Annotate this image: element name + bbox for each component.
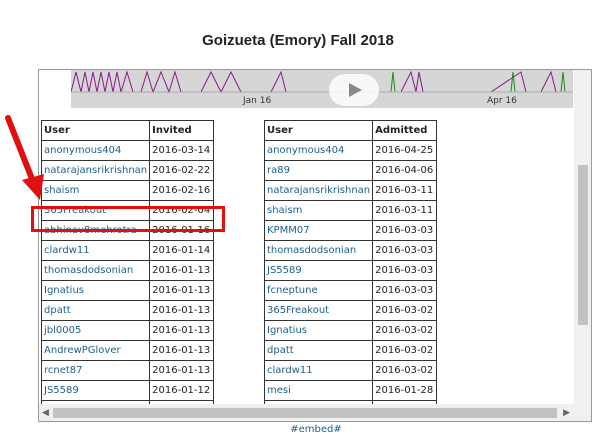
table-row: anonymous404 2016-03-14 bbox=[40, 140, 215, 161]
invited-header-row: User Invited bbox=[40, 120, 215, 141]
user-link[interactable]: Ignatius bbox=[40, 280, 151, 301]
invited-series bbox=[71, 70, 573, 94]
page-title: Goizueta (Emory) Fall 2018 bbox=[202, 32, 394, 49]
user-link[interactable]: KPMM07 bbox=[263, 220, 374, 241]
user-link[interactable]: fcneptune bbox=[263, 280, 374, 301]
date-cell: 2016-01-28 bbox=[372, 380, 438, 401]
table-row: natarajansrikrishnan 2016-02-22 bbox=[40, 160, 215, 181]
play-icon bbox=[349, 83, 362, 97]
timeline-label-apr: Apr 16 bbox=[487, 96, 517, 106]
table-row: anonymous404 2016-04-25 bbox=[263, 140, 438, 161]
table-row: shaism 2016-02-16 bbox=[40, 180, 215, 201]
user-link[interactable]: jbl0005 bbox=[40, 320, 151, 341]
date-cell: 2016-03-03 bbox=[372, 240, 438, 261]
invited-date-header: Invited bbox=[149, 120, 215, 141]
user-link[interactable]: AndrewPGlover bbox=[40, 340, 151, 361]
user-link[interactable]: clardw11 bbox=[40, 240, 151, 261]
date-cell: 2016-03-02 bbox=[372, 320, 438, 341]
table-row: clardw11 2016-01-14 bbox=[40, 240, 215, 261]
date-cell: 2016-03-02 bbox=[372, 340, 438, 361]
table-row: clardw11 2016-03-02 bbox=[263, 360, 438, 381]
table-row: ra89 2016-04-06 bbox=[263, 160, 438, 181]
user-link[interactable]: dpatt bbox=[263, 340, 374, 361]
date-cell: 2016-01-13 bbox=[149, 260, 215, 281]
date-cell: 2016-01-13 bbox=[149, 360, 215, 381]
user-link[interactable]: JS5589 bbox=[263, 260, 374, 281]
user-link[interactable]: JS5589 bbox=[40, 380, 151, 401]
date-cell: 2016-01-14 bbox=[149, 240, 215, 261]
date-cell: 2016-02-16 bbox=[149, 180, 215, 201]
date-cell: 2016-03-11 bbox=[372, 200, 438, 221]
red-arrow-icon bbox=[5, 115, 44, 200]
table-row: Ignatius 2016-01-13 bbox=[40, 280, 215, 301]
invited-table: User Invited anonymous404 2016-03-14 natar… bbox=[40, 120, 215, 421]
embed-frame: Jan 16 Apr 16 User Invited anonymous404 2… bbox=[38, 69, 592, 422]
horizontal-scroll-thumb[interactable] bbox=[53, 408, 557, 418]
user-link[interactable]: rcnet87 bbox=[40, 360, 151, 381]
user-link[interactable]: clardw11 bbox=[263, 360, 374, 381]
timeline-chart: Jan 16 Apr 16 bbox=[71, 70, 573, 108]
vertical-scrollbar[interactable] bbox=[574, 70, 591, 421]
date-cell: 2016-02-22 bbox=[149, 160, 215, 181]
embed-link[interactable]: #embed# bbox=[0, 424, 596, 435]
table-row: rcnet87 2016-01-13 bbox=[40, 360, 215, 381]
table-row: natarajansrikrishnan 2016-03-11 bbox=[263, 180, 438, 201]
date-cell: 2016-03-03 bbox=[372, 280, 438, 301]
user-link[interactable]: natarajansrikrishnan bbox=[263, 180, 374, 201]
admitted-table: User Admitted anonymous404 2016-04-25 ra89… bbox=[263, 120, 438, 421]
date-cell: 2016-03-03 bbox=[372, 220, 438, 241]
user-link[interactable]: dpatt bbox=[40, 300, 151, 321]
table-row: jbl0005 2016-01-13 bbox=[40, 320, 215, 341]
play-button[interactable] bbox=[329, 74, 379, 106]
date-cell: 2016-01-13 bbox=[149, 320, 215, 341]
horizontal-scrollbar[interactable]: ◀ ▶ bbox=[39, 404, 574, 421]
highlight-box bbox=[31, 206, 225, 232]
user-link[interactable]: Ignatius bbox=[263, 320, 374, 341]
user-link[interactable]: mesi bbox=[263, 380, 374, 401]
table-row: Ignatius 2016-03-02 bbox=[263, 320, 438, 341]
table-row: thomasdodsonian 2016-03-03 bbox=[263, 240, 438, 261]
date-cell: 2016-03-02 bbox=[372, 360, 438, 381]
vertical-scroll-thumb[interactable] bbox=[578, 165, 588, 325]
table-row: dpatt 2016-03-02 bbox=[263, 340, 438, 361]
table-row: AndrewPGlover 2016-01-13 bbox=[40, 340, 215, 361]
admitted-user-header: User bbox=[263, 120, 374, 141]
scroll-left-icon[interactable]: ◀ bbox=[42, 408, 49, 418]
date-cell: 2016-03-03 bbox=[372, 260, 438, 281]
table-row: shaism 2016-03-11 bbox=[263, 200, 438, 221]
date-cell: 2016-04-25 bbox=[372, 140, 438, 161]
user-link[interactable]: ra89 bbox=[263, 160, 374, 181]
user-link[interactable]: shaism bbox=[263, 200, 374, 221]
date-cell: 2016-03-11 bbox=[372, 180, 438, 201]
date-cell: 2016-01-13 bbox=[149, 340, 215, 361]
table-row: mesi 2016-01-28 bbox=[263, 380, 438, 401]
user-link[interactable]: 365Freakout bbox=[263, 300, 374, 321]
admitted-header-row: User Admitted bbox=[263, 120, 438, 141]
timeline-svg: Jan 16 Apr 16 bbox=[71, 70, 573, 106]
date-cell: 2016-03-02 bbox=[372, 300, 438, 321]
table-row: fcneptune 2016-03-03 bbox=[263, 280, 438, 301]
user-link[interactable]: thomasdodsonian bbox=[40, 260, 151, 281]
date-cell: 2016-01-13 bbox=[149, 300, 215, 321]
user-link[interactable]: thomasdodsonian bbox=[263, 240, 374, 261]
timeline-label-jan: Jan 16 bbox=[242, 96, 271, 106]
table-row: thomasdodsonian 2016-01-13 bbox=[40, 260, 215, 281]
date-cell: 2016-01-12 bbox=[149, 380, 215, 401]
user-link[interactable]: anonymous404 bbox=[263, 140, 374, 161]
table-row: dpatt 2016-01-13 bbox=[40, 300, 215, 321]
table-row: 365Freakout 2016-03-02 bbox=[263, 300, 438, 321]
date-cell: 2016-04-06 bbox=[372, 160, 438, 181]
table-row: KPMM07 2016-03-03 bbox=[263, 220, 438, 241]
table-row: JS5589 2016-01-12 bbox=[40, 380, 215, 401]
admitted-date-header: Admitted bbox=[372, 120, 438, 141]
date-cell: 2016-01-13 bbox=[149, 280, 215, 301]
scroll-right-icon[interactable]: ▶ bbox=[563, 408, 570, 418]
table-row: JS5589 2016-03-03 bbox=[263, 260, 438, 281]
date-cell: 2016-03-14 bbox=[149, 140, 215, 161]
